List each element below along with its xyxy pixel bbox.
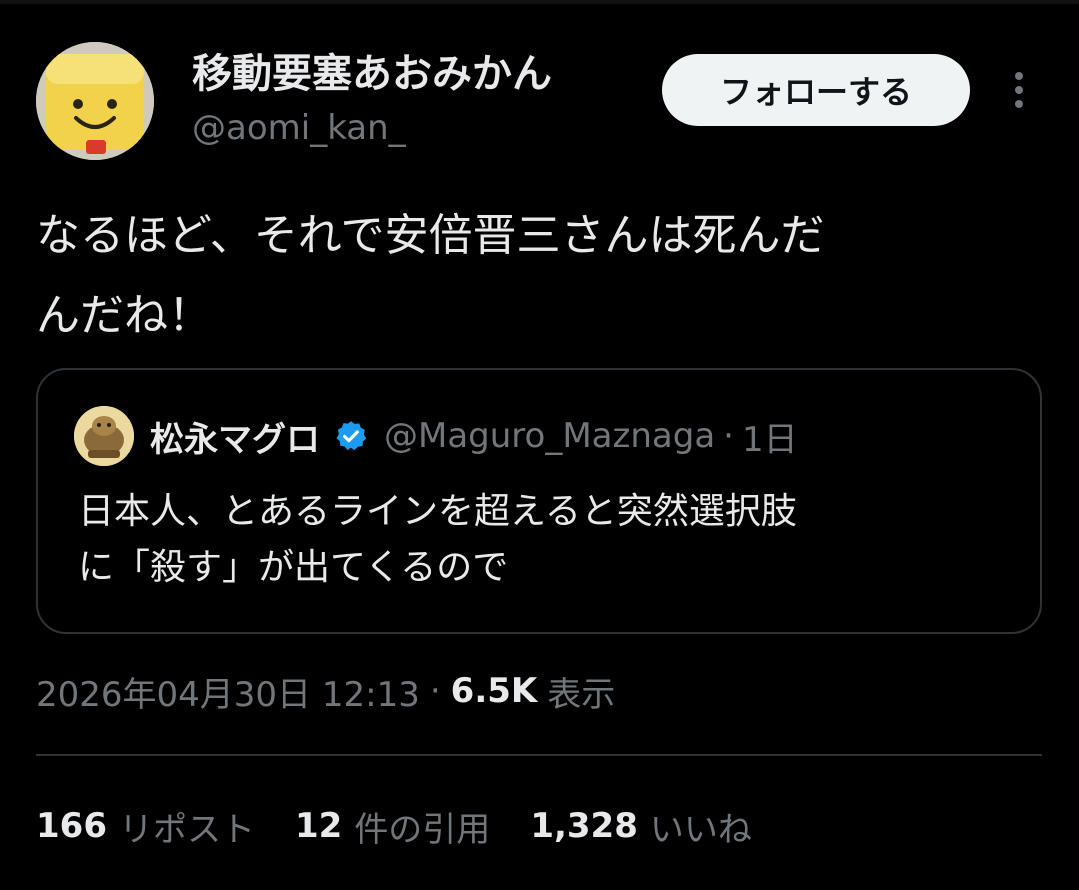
meta-separator: ·	[429, 671, 441, 711]
repost-stat[interactable]: 166 リポスト	[36, 802, 255, 851]
quote-author-handle[interactable]: @Maguro_Maznaga	[384, 416, 715, 456]
quoted-tweet-card[interactable]: 松永マグロ @Maguro_Maznaga · 1日 日本人、とあるラインを超え…	[36, 368, 1042, 634]
quote-text-line: に「殺す」が出てくるので	[78, 547, 509, 588]
author-handle[interactable]: @aomi_kan_	[192, 106, 406, 150]
like-label: いいね	[649, 809, 752, 850]
more-options-button[interactable]	[1004, 70, 1034, 110]
quote-text-line: 日本人、とあるラインを超えると突然選択肢	[78, 491, 797, 532]
tweet-text-line: んだね！	[36, 290, 212, 341]
repost-label: リポスト	[118, 809, 255, 850]
quote-label: 件の引用	[354, 809, 491, 850]
tweet-text: なるほど、それで安倍晋三さんは死んだ んだね！	[36, 196, 1036, 356]
quote-count: 12	[294, 806, 343, 846]
author-display-name[interactable]: 移動要塞あおみかん	[192, 48, 552, 100]
views-label: 表示	[547, 674, 616, 715]
repost-count: 166	[36, 806, 107, 846]
avatar-smiley-image	[36, 42, 154, 160]
like-stat[interactable]: 1,328 いいね	[530, 802, 752, 851]
quote-text: 日本人、とあるラインを超えると突然選択肢 に「殺す」が出てくるので	[78, 484, 1018, 596]
quote-author-name[interactable]: 松永マグロ	[150, 412, 320, 461]
quote-stat[interactable]: 12 件の引用	[295, 802, 490, 851]
views-count: 6.5K	[450, 671, 538, 711]
quote-separator: ·	[723, 416, 734, 456]
more-vertical-icon	[1015, 72, 1023, 108]
verified-badge-icon	[334, 419, 368, 453]
stats-divider	[36, 754, 1042, 756]
tweet-text-line: なるほど、それで安倍晋三さんは死んだ	[36, 210, 825, 261]
engagement-stats: 166 リポスト 12 件の引用 1,328 いいね	[36, 798, 792, 854]
tweet-meta: 2026年04月30日 12:13 · 6.5K 表示	[36, 664, 615, 718]
quote-avatar-image	[74, 406, 134, 466]
quote-header: 松永マグロ @Maguro_Maznaga · 1日	[150, 406, 798, 466]
top-divider	[0, 0, 1079, 4]
quote-time[interactable]: 1日	[742, 412, 798, 461]
quote-author-avatar	[74, 406, 134, 466]
like-count: 1,328	[530, 806, 638, 846]
tweet-timestamp[interactable]: 2026年04月30日 12:13	[36, 667, 420, 716]
follow-button[interactable]: フォローする	[662, 54, 970, 126]
author-avatar[interactable]	[36, 42, 154, 160]
